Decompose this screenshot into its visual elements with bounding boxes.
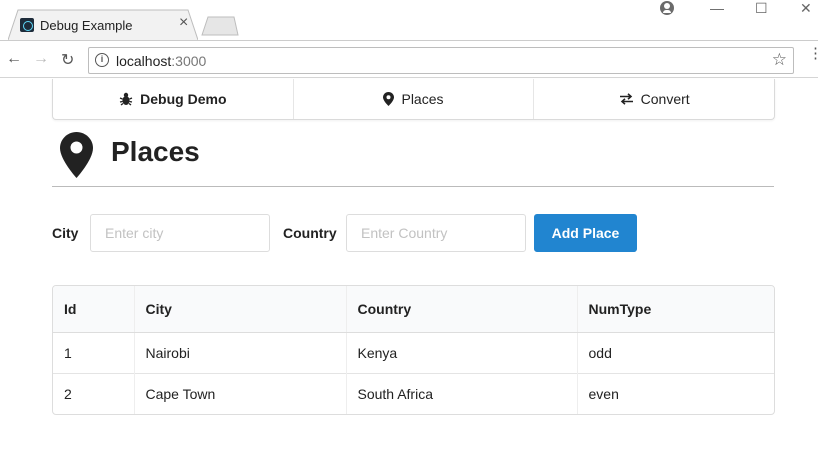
info-icon[interactable]: i — [95, 53, 109, 67]
column-header-country: Country — [345, 286, 577, 333]
menu-item-label: Convert — [640, 91, 690, 107]
react-favicon-icon — [20, 18, 34, 32]
map-marker-icon — [383, 92, 395, 106]
reload-button[interactable]: ↻ — [61, 50, 74, 70]
cell-id: 1 — [64, 344, 72, 361]
cell-city: Nairobi — [133, 332, 346, 373]
address-bar[interactable]: i localhost:3000 ☆ — [88, 47, 794, 74]
new-tab-button[interactable] — [200, 16, 240, 36]
menu-item-label: Debug Demo — [140, 91, 227, 107]
city-label: City — [52, 225, 79, 241]
back-button[interactable]: ← — [6, 50, 22, 68]
forward-button[interactable]: → — [33, 50, 49, 68]
app-menu: Debug Demo Places Convert — [52, 79, 775, 120]
browser-menu-icon[interactable]: ⋮ — [808, 46, 818, 61]
table-row: 2 Cape Town South Africa even — [53, 372, 774, 414]
close-window-button[interactable]: ✕ — [800, 0, 812, 17]
cell-country: South Africa — [345, 372, 577, 414]
url-text[interactable]: localhost:3000 — [116, 53, 206, 69]
cell-numtype: odd — [576, 332, 774, 373]
map-marker-icon — [60, 132, 93, 183]
tab-title: Debug Example — [40, 18, 133, 33]
page-header: Places — [52, 126, 774, 187]
menu-item-convert[interactable]: Convert — [534, 79, 774, 119]
add-place-form: City Country Add Place — [52, 214, 774, 252]
browser-titlebar: Debug Example × — ☐ ✕ — [0, 0, 818, 40]
table-row: 1 Nairobi Kenya odd — [53, 332, 774, 373]
table-header-row: Id City Country NumType — [53, 286, 774, 333]
menu-item-label: Places — [401, 91, 444, 107]
profile-icon[interactable] — [660, 1, 674, 15]
bookmark-star-icon[interactable]: ☆ — [772, 50, 787, 70]
maximize-button[interactable]: ☐ — [755, 0, 768, 17]
page-title: Places — [111, 136, 200, 167]
places-table: Id City Country NumType 1 Nairobi Kenya … — [52, 285, 775, 415]
bug-icon — [119, 92, 133, 106]
cell-city: Cape Town — [133, 372, 346, 414]
column-header-numtype: NumType — [576, 286, 774, 333]
menu-item-places[interactable]: Places — [294, 79, 535, 119]
tab-close-icon[interactable]: × — [179, 14, 188, 32]
cell-country: Kenya — [345, 332, 577, 373]
minimize-button[interactable]: — — [710, 0, 724, 16]
browser-tab[interactable]: Debug Example × — [8, 9, 198, 40]
browser-toolbar: ← → ↻ i localhost:3000 ☆ ⋮ — [0, 40, 818, 78]
cell-id: 2 — [53, 372, 134, 414]
cell-numtype: even — [576, 372, 774, 414]
exchange-icon — [619, 93, 634, 105]
column-header-id: Id — [53, 286, 134, 333]
country-label: Country — [283, 225, 337, 241]
column-header-city: City — [133, 286, 346, 333]
country-input[interactable] — [346, 214, 526, 252]
city-input[interactable] — [90, 214, 270, 252]
menu-item-debug-demo[interactable]: Debug Demo — [53, 79, 294, 119]
url-port: :3000 — [171, 53, 207, 69]
add-place-button[interactable]: Add Place — [534, 214, 637, 252]
url-host: localhost — [116, 53, 172, 69]
